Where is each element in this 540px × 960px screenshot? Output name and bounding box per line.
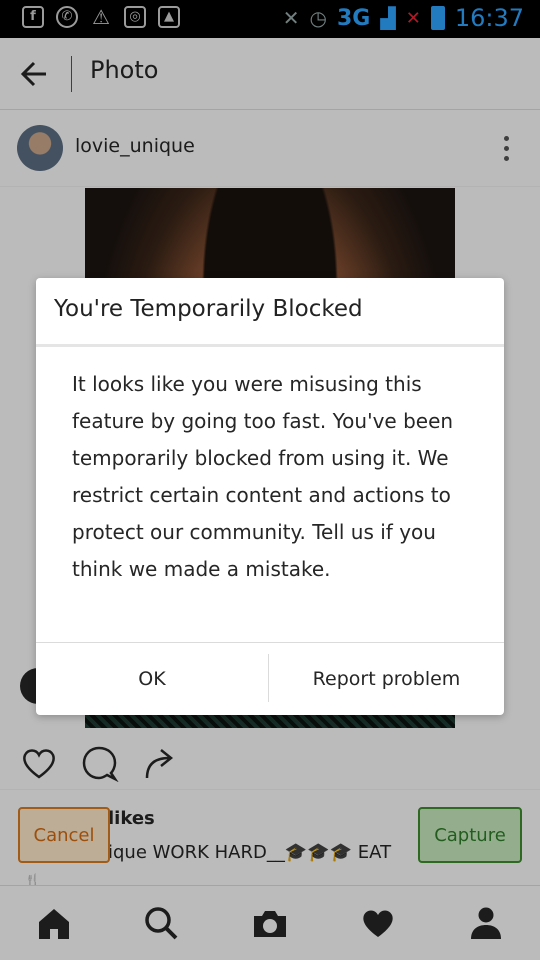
dialog-title: You're Temporarily Blocked (54, 296, 363, 322)
blocked-dialog: You're Temporarily Blocked It looks like… (36, 278, 504, 715)
dialog-divider (36, 344, 504, 347)
report-problem-button[interactable]: Report problem (269, 642, 504, 715)
ok-button[interactable]: OK (36, 642, 268, 715)
dialog-message: It looks like you were misusing this fea… (72, 372, 454, 581)
